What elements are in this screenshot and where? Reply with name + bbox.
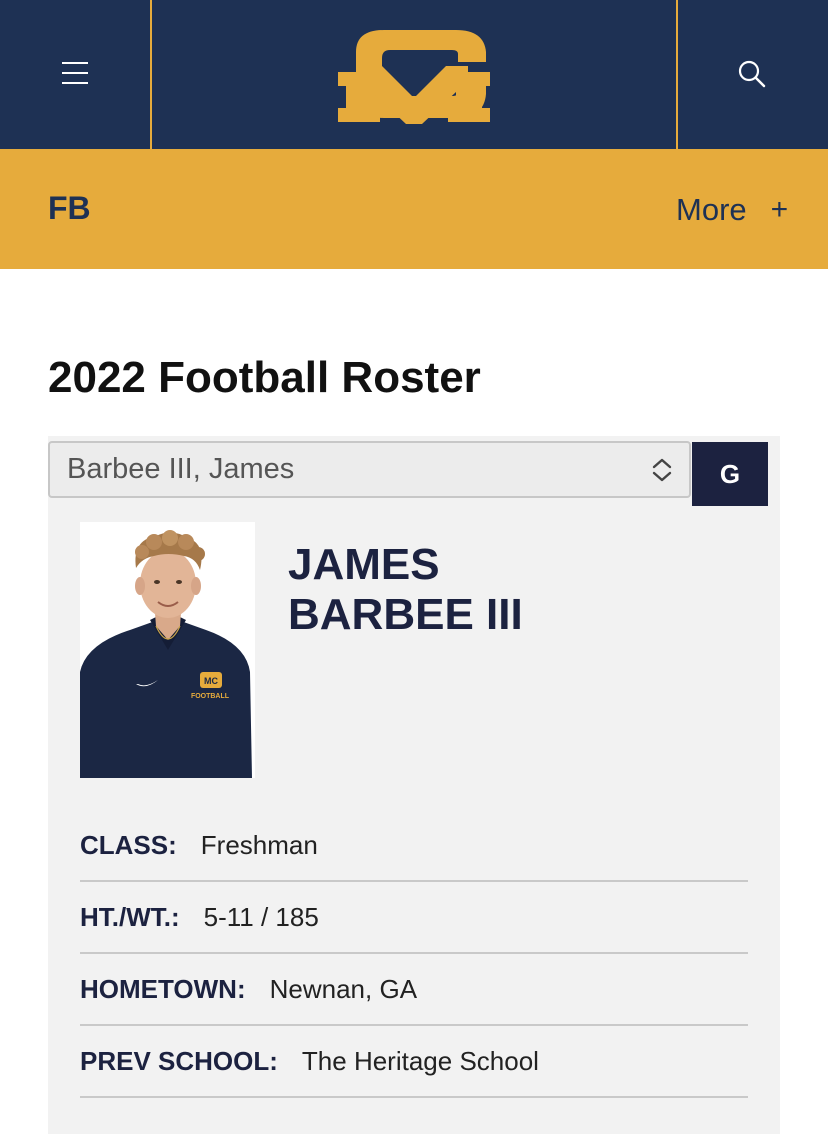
player-name: JAMES BARBEE III xyxy=(288,540,728,640)
menu-button[interactable] xyxy=(50,50,100,96)
detail-row-class: CLASS: Freshman xyxy=(80,810,748,882)
detail-row-prev-school: PREV SCHOOL: The Heritage School xyxy=(80,1026,748,1098)
hamburger-icon-line xyxy=(62,72,88,74)
more-button[interactable]: More + xyxy=(676,188,788,232)
page-title: 2022 Football Roster xyxy=(48,353,481,402)
player-select-value: Barbee III, James xyxy=(67,453,295,485)
player-photo-image: MC FOOTBALL xyxy=(80,522,255,778)
player-last-name: BARBEE III xyxy=(288,590,523,639)
select-arrows-icon xyxy=(652,458,672,482)
more-label: More xyxy=(676,192,747,227)
go-button[interactable]: G xyxy=(692,442,768,506)
player-select[interactable]: Barbee III, James xyxy=(48,441,691,498)
sport-label[interactable]: FB xyxy=(48,186,91,230)
top-bar xyxy=(0,0,828,149)
search-icon xyxy=(738,60,766,88)
detail-label: HOMETOWN: xyxy=(80,973,246,1004)
divider xyxy=(150,0,152,149)
player-photo: MC FOOTBALL xyxy=(80,522,255,778)
detail-value: The Heritage School xyxy=(301,1045,539,1076)
plus-icon: + xyxy=(770,193,789,226)
detail-value: Freshman xyxy=(200,829,318,860)
player-first-name: JAMES xyxy=(288,540,440,589)
shirt-text: FOOTBALL xyxy=(191,693,230,700)
detail-label: CLASS: xyxy=(80,829,177,860)
search-button[interactable] xyxy=(728,52,776,96)
detail-row-height-weight: HT./WT.: 5-11 / 185 xyxy=(80,882,748,954)
hamburger-icon-line xyxy=(62,82,88,84)
hamburger-icon-line xyxy=(62,62,88,64)
detail-row-hometown: HOMETOWN: Newnan, GA xyxy=(80,954,748,1026)
detail-value: Newnan, GA xyxy=(269,973,418,1004)
mc-logo-icon xyxy=(338,30,490,124)
mc-logo[interactable] xyxy=(336,22,492,126)
detail-label: HT./WT.: xyxy=(80,901,180,932)
divider xyxy=(676,0,678,149)
svg-text:MC: MC xyxy=(204,676,218,686)
detail-label: PREV SCHOOL: xyxy=(80,1045,278,1076)
detail-value: 5-11 / 185 xyxy=(203,901,319,932)
